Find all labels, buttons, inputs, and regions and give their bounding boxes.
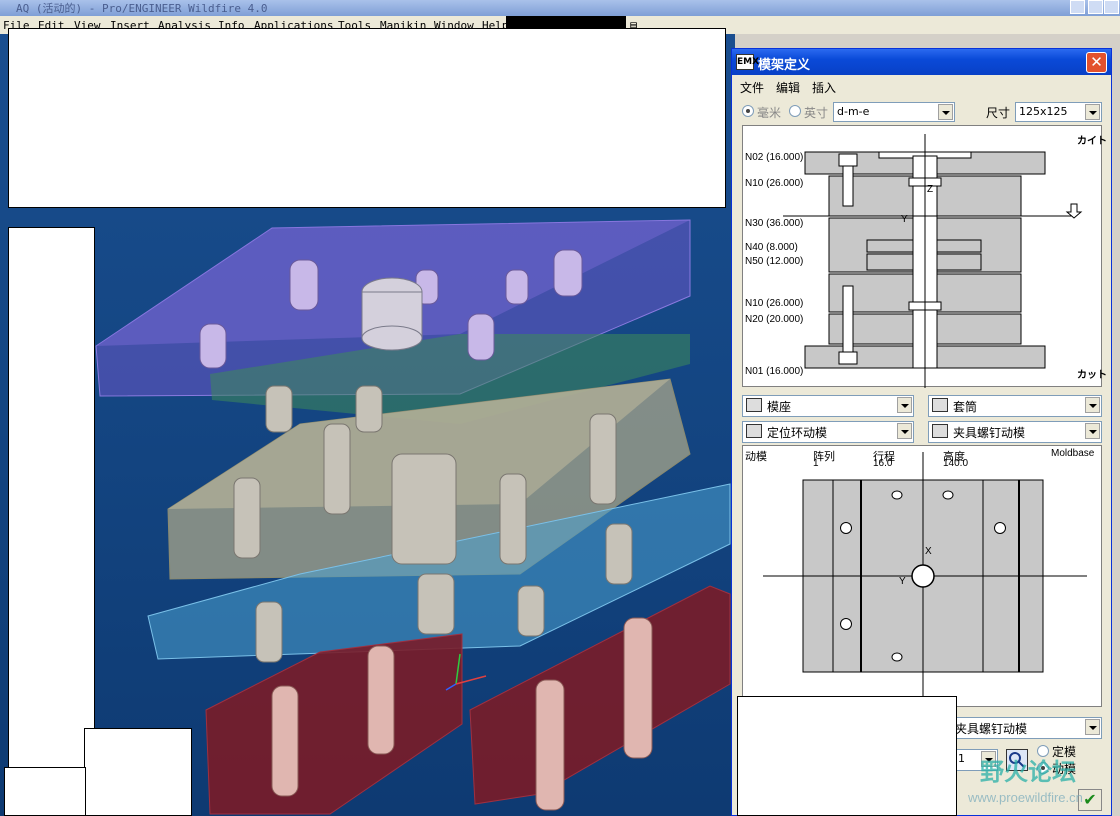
plan-value-height: 140.0 [943, 458, 969, 469]
plan-axis-x: X [925, 546, 932, 557]
maximize-button[interactable] [1088, 0, 1103, 14]
vendor-value: d-m-e [837, 105, 870, 118]
plan-drawing [763, 452, 1087, 708]
section-label-n01: N01 (16.000) [745, 366, 804, 377]
unit-mm-label: 毫米 [757, 106, 782, 120]
chevron-down-icon[interactable] [1085, 397, 1100, 413]
chevron-down-icon[interactable] [938, 104, 953, 120]
vendor-combo[interactable]: d-m-e [833, 102, 955, 122]
section-label-n02: N02 (16.000) [745, 152, 804, 163]
locate-ring-combo[interactable]: 定位环动模 [742, 421, 914, 443]
unit-inch-label: 英寸 [804, 106, 829, 120]
chevron-down-icon[interactable] [1085, 104, 1100, 120]
emx-icon: EMX [736, 54, 759, 70]
watermark-url: www.proewildfire.cn [968, 790, 1083, 805]
dialog-title-bar: EMX 模架定义 ✕ [732, 49, 1111, 75]
close-icon[interactable]: ✕ [1086, 52, 1107, 73]
plate-icon [746, 398, 762, 412]
size-value: 125x125 [1019, 105, 1068, 118]
unit-inch-radio[interactable] [789, 105, 801, 117]
minimize-button[interactable] [1070, 0, 1085, 14]
plan-value-array: 1 [813, 458, 819, 469]
sleeve-icon [932, 398, 948, 412]
section-axis-z: Z [927, 184, 934, 195]
locate-ring-icon [746, 424, 762, 438]
window-title-bar: AQ (活动的) - Pro/ENGINEER Wildfire 4.0 [0, 0, 1120, 16]
clamp-screw-combo[interactable]: 夹具螺钉动模 [928, 421, 1102, 443]
unit-mm-radio[interactable] [742, 105, 754, 117]
sleeve-combo[interactable]: 套筒 [928, 395, 1102, 417]
cut-top-label: カイト [1077, 136, 1107, 147]
mold-base-value: 模座 [767, 400, 792, 414]
close-window-button[interactable] [1104, 0, 1119, 14]
locate-ring-value: 定位环动模 [767, 426, 828, 440]
dialog-menu-edit[interactable]: 编辑 [776, 79, 800, 96]
overlay-block-corner [4, 767, 86, 816]
plan-view-panel[interactable]: 动模 阵列 1 行程 16.0 高度 140.0 Moldbase X Y [742, 445, 1102, 708]
overlay-block-top [8, 28, 726, 208]
size-combo[interactable]: 125x125 [1015, 102, 1102, 122]
section-label-n10-top: N10 (26.000) [745, 178, 804, 189]
mold-base-combo[interactable]: 模座 [742, 395, 914, 417]
plan-value-stroke: 16.0 [873, 458, 893, 469]
watermark-logo: 野火论坛 [980, 758, 1076, 786]
quantity-value: 1 [958, 752, 965, 765]
dialog-title: 模架定义 [758, 58, 811, 73]
window-title: AQ (活动的) - Pro/ENGINEER Wildfire 4.0 [16, 2, 268, 15]
section-label-n50: N50 (12.000) [745, 256, 804, 267]
chevron-down-icon[interactable] [1085, 423, 1100, 439]
overlay-block-bottom [84, 728, 192, 816]
cut-bottom-label: カット [1077, 370, 1107, 381]
dialog-menu-insert[interactable]: 插入 [812, 79, 836, 96]
section-axis-y: Y [901, 214, 908, 225]
plan-label-moldbase: Moldbase [1051, 448, 1095, 459]
chevron-down-icon[interactable] [1085, 719, 1100, 735]
chevron-down-icon[interactable] [897, 423, 912, 439]
plan-label-moving: 动模 [745, 451, 767, 463]
sleeve-value: 套筒 [953, 400, 978, 414]
clamp-screw-value: 夹具螺钉动模 [953, 426, 1026, 440]
dialog-menu-bar: 文件 编辑 插入 [732, 76, 1111, 96]
size-label: 尺寸 [986, 106, 1011, 120]
clamp-screw-icon [932, 424, 948, 438]
bottom-component-value: 夹具螺钉动模 [955, 722, 1028, 736]
chevron-down-icon[interactable] [897, 397, 912, 413]
section-label-n40: N40 (8.000) [745, 242, 798, 253]
overlay-block-dialog [737, 696, 957, 816]
section-label-n10-bottom: N10 (26.000) [745, 298, 804, 309]
overlay-block-left [8, 227, 95, 777]
section-label-n20: N20 (20.000) [745, 314, 804, 325]
dialog-menu-file[interactable]: 文件 [740, 79, 764, 96]
section-view-panel[interactable]: N02 (16.000) N10 (26.000) N30 (36.000) N… [742, 125, 1107, 388]
plan-axis-y: Y [899, 576, 906, 587]
section-label-n30: N30 (36.000) [745, 218, 804, 229]
